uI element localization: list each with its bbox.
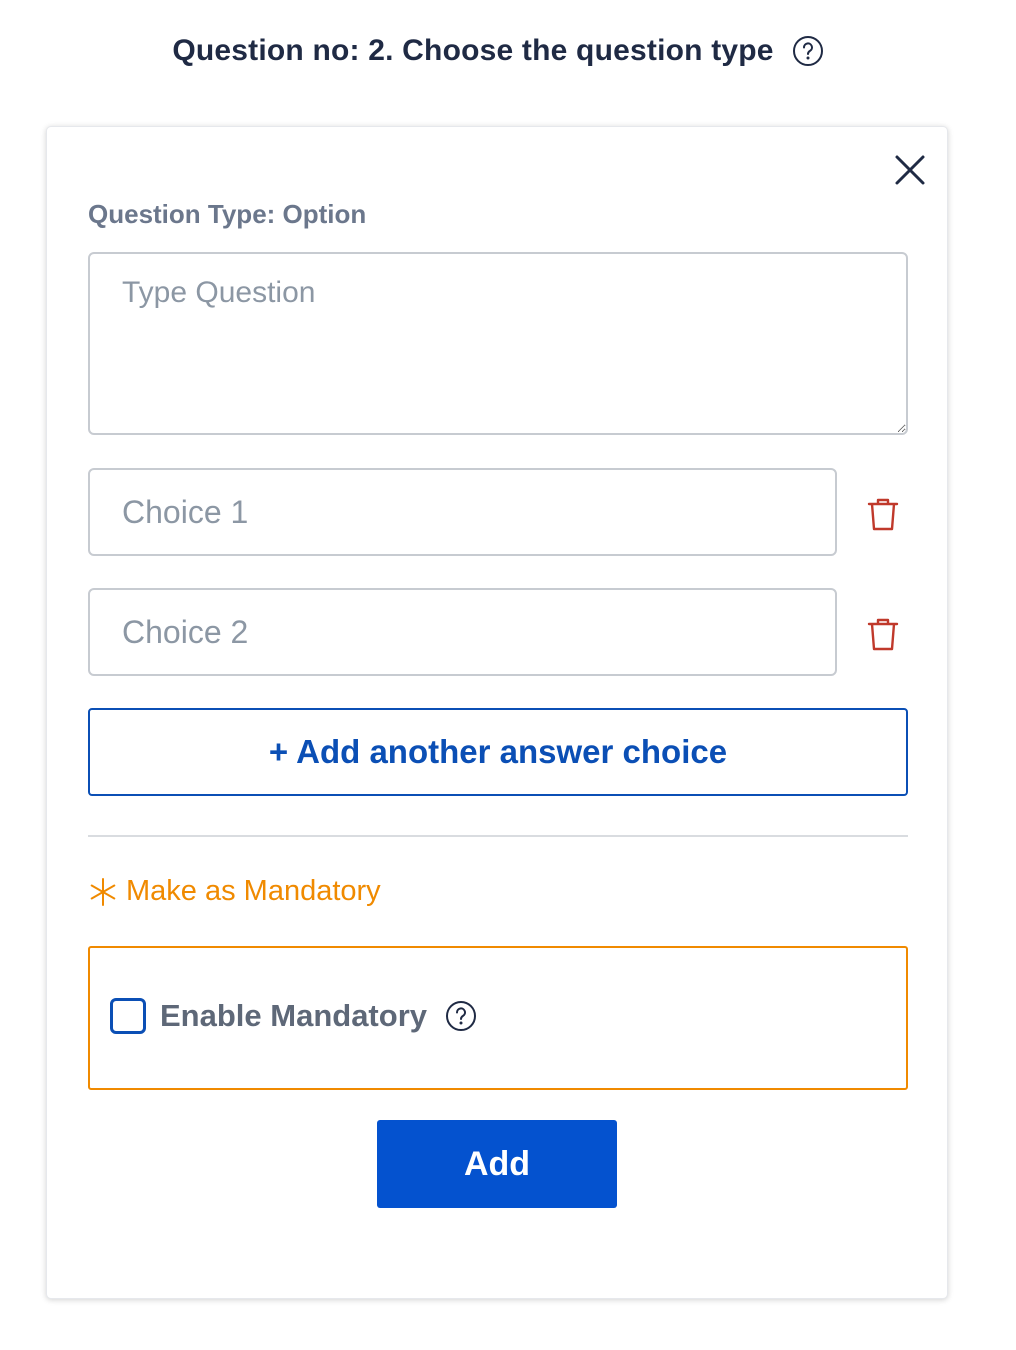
asterisk-icon <box>90 877 116 906</box>
trash-icon[interactable] <box>866 496 900 532</box>
mandatory-heading-label: Make as Mandatory <box>126 875 381 907</box>
help-icon[interactable] <box>792 35 824 67</box>
add-button[interactable]: Add <box>377 1120 617 1208</box>
choice-1-input[interactable] <box>88 468 837 556</box>
choice-2-input[interactable] <box>88 588 837 676</box>
divider <box>88 835 908 837</box>
mandatory-heading: Make as Mandatory <box>88 875 381 908</box>
mandatory-box: Enable Mandatory <box>88 946 908 1090</box>
question-textarea[interactable] <box>88 252 908 435</box>
page-title: Question no: 2. Choose the question type <box>172 34 774 67</box>
page-header: Question no: 2. Choose the question type <box>0 34 996 68</box>
enable-mandatory-row: Enable Mandatory <box>110 998 477 1034</box>
add-answer-choice-button[interactable]: + Add another answer choice <box>88 708 908 796</box>
choice-row <box>88 588 918 676</box>
close-icon[interactable] <box>893 153 927 187</box>
choice-row <box>88 468 918 556</box>
enable-mandatory-label[interactable]: Enable Mandatory <box>160 998 427 1034</box>
enable-mandatory-checkbox[interactable] <box>110 998 146 1034</box>
question-type-label: Question Type: Option <box>88 199 367 229</box>
question-card: Question Type: Option + Add another answ… <box>46 126 948 1299</box>
help-icon[interactable] <box>445 1000 477 1032</box>
trash-icon[interactable] <box>866 616 900 652</box>
